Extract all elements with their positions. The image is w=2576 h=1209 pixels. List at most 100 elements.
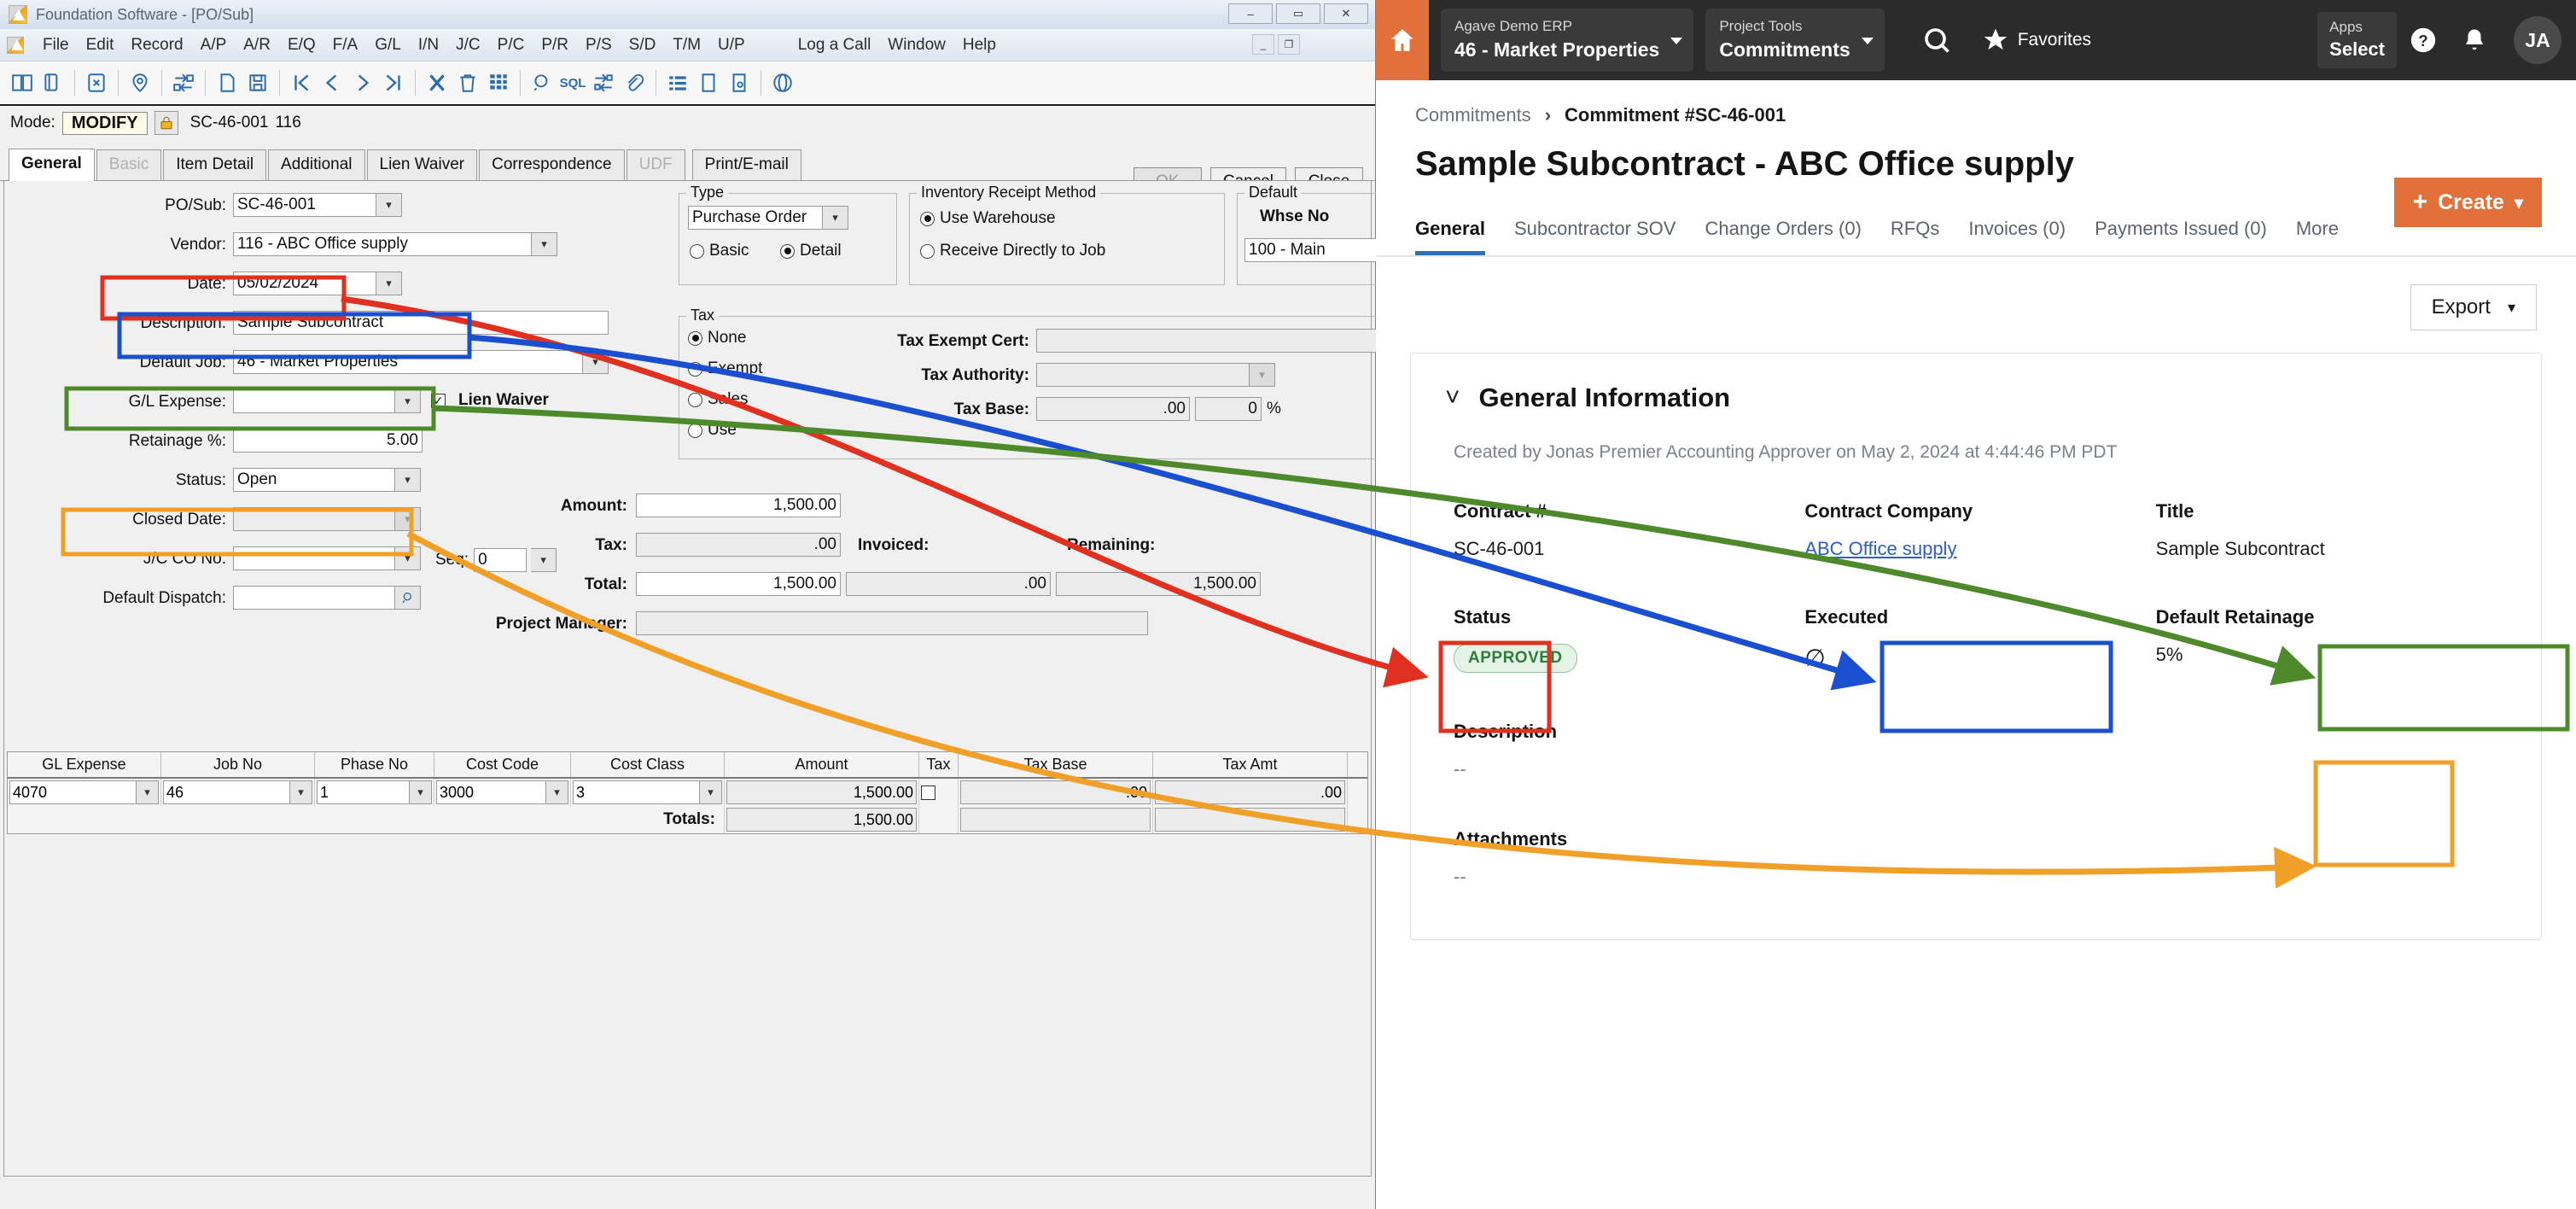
- tax-use-radio[interactable]: [688, 423, 702, 438]
- cancel-x-icon[interactable]: [422, 67, 452, 98]
- menu-item-in[interactable]: I/N: [410, 36, 447, 55]
- report-detail-icon[interactable]: [724, 67, 755, 98]
- report-icon[interactable]: [693, 67, 724, 98]
- search-icon[interactable]: [1914, 0, 1960, 80]
- avatar[interactable]: JA: [2499, 0, 2576, 80]
- vendor-input[interactable]: 116 - ABC Office supply: [233, 232, 532, 256]
- date-dropdown-icon[interactable]: ▾: [376, 272, 402, 295]
- tab-print-email[interactable]: Print/E-mail: [691, 149, 801, 180]
- tab-invoices[interactable]: Invoices (0): [1968, 218, 2066, 255]
- lock-icon[interactable]: [154, 111, 178, 135]
- amount-input[interactable]: 1,500.00: [636, 494, 841, 517]
- minimize-button[interactable]: –: [1228, 3, 1273, 24]
- trash-icon[interactable]: [452, 67, 483, 98]
- use-warehouse-radio[interactable]: [920, 211, 935, 226]
- tab-change-orders[interactable]: Change Orders (0): [1705, 218, 1861, 255]
- copy-icon[interactable]: [38, 67, 68, 98]
- sql-icon[interactable]: SQL: [557, 67, 588, 98]
- apps-select-button[interactable]: Apps Select: [2317, 12, 2397, 68]
- company-project-selector[interactable]: Agave Demo ERP 46 - Market Properties: [1441, 9, 1694, 72]
- create-button[interactable]: + Create ▾: [2393, 178, 2542, 227]
- tab-additional[interactable]: Additional: [268, 149, 365, 180]
- tax-sales-radio[interactable]: [688, 392, 702, 407]
- tab-subcontractor-sov[interactable]: Subcontractor SOV: [1514, 218, 1676, 255]
- receive-directly-radio[interactable]: [920, 243, 935, 259]
- list-icon[interactable]: [662, 67, 693, 98]
- contract-company-link[interactable]: ABC Office supply: [1804, 538, 2155, 560]
- whse-no-input[interactable]: 100 - Main: [1244, 238, 1395, 262]
- tab-item-detail[interactable]: Item Detail: [163, 149, 267, 180]
- tab-payments-issued[interactable]: Payments Issued (0): [2095, 218, 2267, 255]
- chevron-down-icon[interactable]: ˅: [1445, 385, 1460, 411]
- gl-expense-dropdown-icon[interactable]: ▾: [395, 389, 421, 413]
- tab-rfqs[interactable]: RFQs: [1891, 218, 1939, 255]
- menu-item-ps[interactable]: P/S: [577, 36, 621, 55]
- cell-cost-code[interactable]: 3000: [436, 780, 546, 804]
- favorites-button[interactable]: Favorites: [1982, 0, 2091, 80]
- default-job-input[interactable]: 46 - Market Properties: [233, 350, 583, 374]
- cell-cost-class-dropdown-icon[interactable]: ▾: [700, 780, 722, 804]
- default-job-dropdown-icon[interactable]: ▾: [583, 350, 609, 374]
- first-record-icon[interactable]: [286, 67, 317, 98]
- cell-phase-no[interactable]: 1: [317, 780, 410, 804]
- tax-exempt-radio[interactable]: [688, 361, 702, 377]
- new-document-icon[interactable]: [212, 67, 242, 98]
- tax-none-radio[interactable]: [688, 330, 702, 346]
- default-dispatch-input[interactable]: [233, 586, 395, 610]
- tab-general[interactable]: General: [1415, 218, 1485, 255]
- menu-item-help[interactable]: Help: [954, 36, 1005, 55]
- next-record-icon[interactable]: [347, 67, 378, 98]
- date-input[interactable]: 05/02/2024: [233, 272, 376, 295]
- globe-icon[interactable]: [767, 67, 798, 98]
- cell-amount[interactable]: 1,500.00: [726, 780, 917, 804]
- search-icon[interactable]: [527, 67, 557, 98]
- menu-item-ap[interactable]: A/P: [192, 36, 236, 55]
- menu-item-pr[interactable]: P/R: [533, 36, 577, 55]
- mdi-restore-button[interactable]: ❐: [1278, 34, 1300, 55]
- tab-correspondence[interactable]: Correspondence: [479, 149, 625, 180]
- menu-item-window[interactable]: Window: [879, 36, 954, 55]
- grid-view-icon[interactable]: [483, 67, 514, 98]
- bell-icon[interactable]: [2450, 0, 2499, 80]
- menu-item-gl[interactable]: G/L: [366, 36, 410, 55]
- card-header[interactable]: ˅ General Information: [1445, 383, 2507, 413]
- jc-co-no-input[interactable]: [233, 546, 395, 570]
- export-button[interactable]: Export ▾: [2410, 284, 2537, 330]
- total-input[interactable]: 1,500.00: [636, 572, 841, 596]
- description-input[interactable]: Sample Subcontract: [233, 311, 609, 335]
- gl-expense-input[interactable]: [233, 389, 395, 413]
- table-row[interactable]: 4070 ▾ 46 ▾ 1 ▾ 3000 ▾ 3 ▾ 1,500.00 .00 .00: [8, 779, 1367, 806]
- type-dropdown-icon[interactable]: ▾: [823, 206, 848, 230]
- previous-record-icon[interactable]: [317, 67, 347, 98]
- menu-item-eq[interactable]: E/Q: [279, 36, 324, 55]
- transfer-icon[interactable]: [168, 67, 199, 98]
- last-record-icon[interactable]: [378, 67, 409, 98]
- retainage-input[interactable]: 5.00: [233, 429, 423, 453]
- cell-gl-expense-dropdown-icon[interactable]: ▾: [137, 780, 159, 804]
- menu-item-up[interactable]: U/P: [709, 36, 754, 55]
- po-sub-dropdown-icon[interactable]: ▾: [376, 193, 402, 217]
- cell-phase-no-dropdown-icon[interactable]: ▾: [410, 780, 432, 804]
- menu-item-sd[interactable]: S/D: [621, 36, 665, 55]
- type-basic-radio[interactable]: [690, 243, 704, 259]
- delete-record-icon[interactable]: [81, 67, 112, 98]
- menu-item-record[interactable]: Record: [122, 36, 191, 55]
- close-window-button[interactable]: ✕: [1324, 3, 1368, 24]
- status-dropdown-icon[interactable]: ▾: [395, 468, 421, 492]
- cell-tax-checkbox[interactable]: [921, 785, 935, 800]
- location-pin-icon[interactable]: [125, 67, 155, 98]
- po-sub-input[interactable]: SC-46-001: [233, 193, 376, 217]
- cell-job-no[interactable]: 46: [163, 780, 290, 804]
- vendor-dropdown-icon[interactable]: ▾: [532, 232, 557, 256]
- maximize-button[interactable]: ▭: [1276, 3, 1320, 24]
- menu-item-pc[interactable]: P/C: [489, 36, 533, 55]
- cell-cost-class[interactable]: 3: [573, 780, 700, 804]
- status-input[interactable]: Open: [233, 468, 395, 492]
- menu-item-jc[interactable]: J/C: [447, 36, 489, 55]
- cell-cost-code-dropdown-icon[interactable]: ▾: [546, 780, 568, 804]
- menu-item-file[interactable]: File: [34, 36, 78, 55]
- menu-item-ar[interactable]: A/R: [235, 36, 279, 55]
- cell-gl-expense[interactable]: 4070: [9, 780, 137, 804]
- menu-item-fa[interactable]: F/A: [324, 36, 367, 55]
- refresh-data-icon[interactable]: [588, 67, 619, 98]
